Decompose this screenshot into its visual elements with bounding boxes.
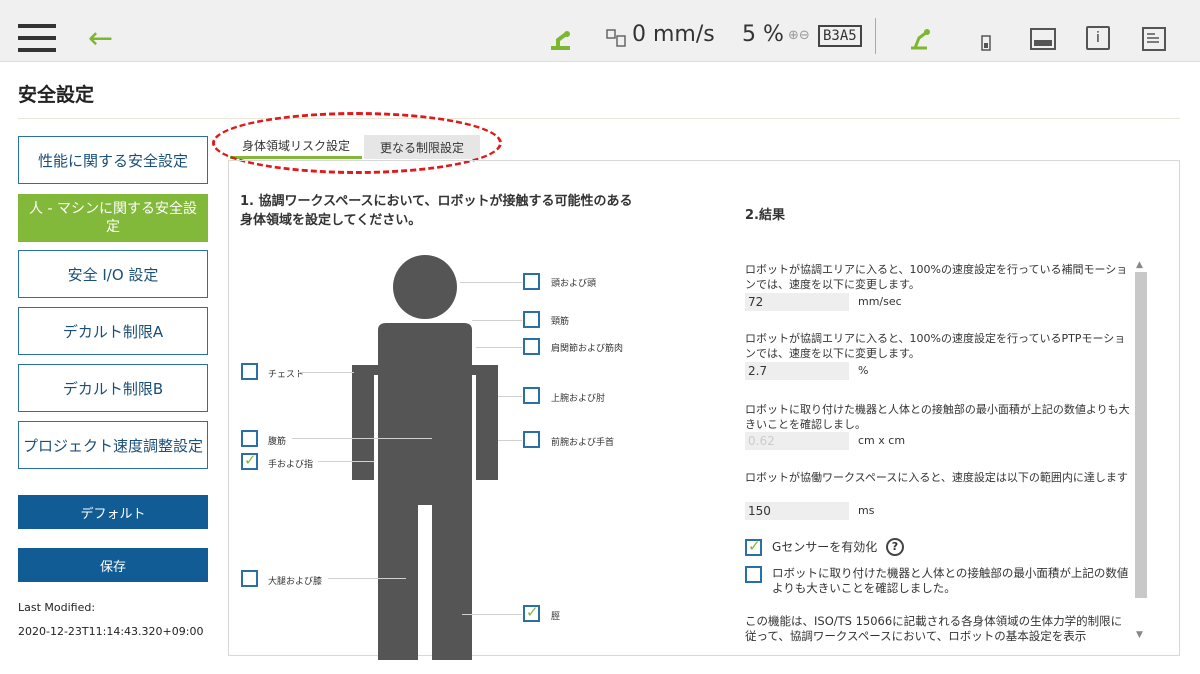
robot-mode-icon[interactable] bbox=[907, 26, 933, 52]
label-head: 頭および頭 bbox=[551, 279, 597, 289]
page-title: 安全設定 bbox=[18, 84, 95, 106]
leader-line bbox=[498, 396, 522, 397]
nav-safety-io[interactable]: 安全 I/O 設定 bbox=[18, 250, 208, 298]
label-shoulder: 肩関節および筋肉 bbox=[551, 344, 624, 354]
human-silhouette bbox=[352, 255, 498, 660]
result-text-3: ロボットに取り付けた機器と人体との接触部の最小面積が上記の数値よりも大きいことを… bbox=[745, 403, 1130, 431]
nav-cartesian-limit-b[interactable]: デカルト制限B bbox=[18, 364, 208, 412]
nav-project-speed[interactable]: プロジェクト速度調整設定 bbox=[18, 421, 208, 469]
top-bar: ← 0 mm/s 5 % ⊕⊖ B3A5 i bbox=[0, 0, 1200, 62]
result-unit-2: % bbox=[858, 364, 869, 377]
override-percent: 5 % bbox=[742, 22, 784, 47]
result-text-1: ロボットが協調エリアに入ると、100%の速度設定を行っている補間モーションでは、… bbox=[745, 263, 1128, 291]
checkbox-forearm[interactable] bbox=[523, 431, 540, 448]
result-value-1: 72 bbox=[745, 293, 849, 311]
result-text-4: ロボットが協働ワークスペースに入ると、速度設定は以下の範囲内に達します bbox=[745, 471, 1128, 484]
scroll-up-icon[interactable]: ▲ bbox=[1136, 260, 1143, 270]
scrollbar-thumb[interactable] bbox=[1135, 272, 1147, 598]
label-abdomen: 腹筋 bbox=[268, 437, 287, 447]
robot-arm-icon[interactable] bbox=[548, 28, 574, 50]
confirm-label: ロボットに取り付けた機器と人体との接触部の最小面積が上記の数値よりも大きいことを… bbox=[772, 566, 1129, 595]
info-icon[interactable]: i bbox=[1086, 26, 1110, 50]
checkbox-upper-arm[interactable] bbox=[523, 387, 540, 404]
result-text-2: ロボットが協調エリアに入ると、100%の速度設定を行っているPTPモーションでは… bbox=[745, 332, 1126, 360]
nav-human-machine-safety[interactable]: 人 - マシンに関する安全設定 bbox=[18, 194, 208, 242]
checkbox-abdomen[interactable] bbox=[241, 430, 258, 447]
nav-performance-safety[interactable]: 性能に関する安全設定 bbox=[18, 136, 208, 184]
result-unit-1: mm/sec bbox=[858, 295, 902, 308]
result-unit-3: cm x cm bbox=[858, 434, 906, 447]
divider bbox=[875, 18, 876, 54]
scroll-down-icon[interactable]: ▼ bbox=[1136, 630, 1143, 640]
label-forearm: 前腕および手首 bbox=[551, 438, 615, 448]
speed-sensor-icon bbox=[606, 29, 626, 47]
leader-line bbox=[472, 320, 522, 321]
leader-line bbox=[498, 440, 522, 441]
save-button[interactable]: 保存 bbox=[18, 548, 208, 582]
back-arrow-icon[interactable]: ← bbox=[88, 24, 113, 54]
checkbox-shin[interactable] bbox=[523, 603, 540, 622]
leader-line bbox=[328, 578, 406, 579]
g-sensor-label: Gセンサーを有効化 bbox=[772, 540, 878, 554]
checkbox-hand[interactable] bbox=[241, 451, 258, 470]
result-unit-4: ms bbox=[858, 504, 875, 517]
result-value-2: 2.7 bbox=[745, 362, 849, 380]
footer-text: この機能は、ISO/TS 15066に記載される各身体領域の生体力学的制限に従っ… bbox=[745, 614, 1123, 643]
leader-line bbox=[462, 614, 522, 615]
leader-line bbox=[318, 461, 374, 462]
menu-icon[interactable] bbox=[18, 24, 56, 52]
checkbox-confirm-area[interactable] bbox=[745, 566, 762, 583]
default-button[interactable]: デフォルト bbox=[18, 495, 208, 529]
checkbox-g-sensor[interactable] bbox=[745, 537, 762, 556]
label-chest: チェスト bbox=[268, 370, 305, 380]
title-divider bbox=[18, 118, 1180, 119]
result-value-4: 150 bbox=[745, 502, 849, 520]
footer-text-clip: この機能は、ISO/TS 15066に記載される各身体領域の生体力学的制限に従っ… bbox=[745, 614, 1125, 652]
checkbox-head[interactable] bbox=[523, 273, 540, 290]
link-icon: ⊕⊖ bbox=[788, 28, 810, 43]
last-modified-label: Last Modified: bbox=[18, 601, 96, 614]
label-shin: 脛 bbox=[551, 612, 561, 622]
label-upper-arm: 上腕および肘 bbox=[551, 394, 606, 404]
label-hand: 手および指 bbox=[268, 460, 314, 470]
help-icon[interactable]: ? bbox=[886, 538, 904, 556]
checkbox-thigh[interactable] bbox=[241, 570, 258, 587]
nav-cartesian-limit-a[interactable]: デカルト制限A bbox=[18, 307, 208, 355]
leader-line bbox=[292, 438, 432, 439]
section1-title: 1. 協調ワークスペースにおいて、ロボットが接触する可能性のある身体領域を設定し… bbox=[240, 194, 633, 228]
status-tag: B3A5 bbox=[818, 25, 862, 47]
label-neck: 頸筋 bbox=[551, 317, 570, 327]
checkbox-neck[interactable] bbox=[523, 311, 540, 328]
label-thigh: 大腿および膝 bbox=[268, 577, 323, 587]
battery-icon bbox=[981, 35, 991, 51]
last-modified-value: 2020-12-23T11:14:43.320+09:00 bbox=[18, 625, 204, 638]
section2-title: 2.結果 bbox=[745, 208, 785, 223]
leader-line bbox=[476, 347, 522, 348]
keyboard-icon[interactable] bbox=[1030, 28, 1056, 50]
log-icon[interactable] bbox=[1142, 27, 1166, 51]
leader-line bbox=[298, 372, 354, 373]
checkbox-shoulder[interactable] bbox=[523, 338, 540, 355]
checkbox-chest[interactable] bbox=[241, 363, 258, 380]
leader-line bbox=[460, 282, 522, 283]
speed-readout: 0 mm/s bbox=[632, 22, 715, 47]
result-value-3: 0.62 bbox=[745, 432, 849, 450]
